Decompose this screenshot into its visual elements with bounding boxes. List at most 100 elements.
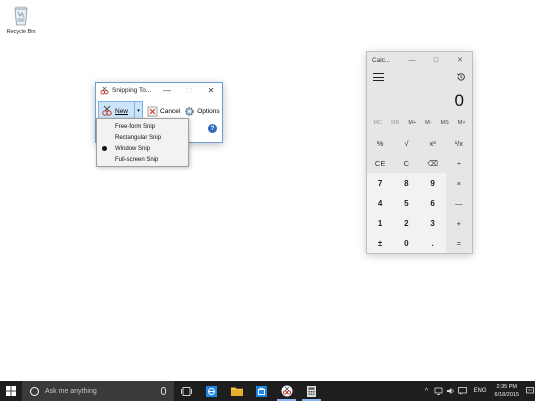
browser-icon bbox=[206, 385, 217, 397]
recycle-bin-shortcut[interactable]: Recycle Bin bbox=[2, 4, 40, 35]
menu-item-label: Rectangular Snip bbox=[115, 134, 162, 141]
taskbar-snipping-tool-button[interactable] bbox=[274, 381, 299, 401]
clock-date: 6/18/2015 bbox=[494, 392, 519, 398]
digit-8-key[interactable]: 8 bbox=[393, 173, 420, 193]
snipping-tool-titlebar[interactable]: Snipping To... — □ ✕ bbox=[96, 83, 222, 97]
volume-icon[interactable] bbox=[446, 381, 456, 401]
taskbar-calculator-button[interactable] bbox=[299, 381, 324, 401]
taskbar-file-explorer-button[interactable] bbox=[224, 381, 249, 401]
cancel-label: Cancel bbox=[160, 107, 181, 115]
minimize-button[interactable]: — bbox=[400, 52, 424, 68]
digit-7-key[interactable]: 7 bbox=[367, 173, 394, 193]
calculator-icon bbox=[307, 385, 316, 397]
square-key[interactable]: x² bbox=[420, 133, 446, 153]
decimal-key[interactable]: . bbox=[419, 233, 446, 253]
memory-list-button[interactable]: M˅ bbox=[458, 120, 466, 126]
backspace-key[interactable]: ⌫ bbox=[420, 153, 446, 173]
maximize-button: □ bbox=[186, 85, 192, 95]
memory-recall-button: MR bbox=[390, 120, 400, 126]
close-button[interactable]: ✕ bbox=[200, 83, 222, 97]
recycle-bin-icon bbox=[14, 6, 28, 26]
equals-key[interactable]: = bbox=[446, 233, 472, 253]
clock-time: 2:35 PM bbox=[496, 384, 517, 390]
reciprocal-key[interactable]: ¹/x bbox=[446, 133, 472, 153]
menu-item-window-snip[interactable]: Window Snip bbox=[97, 143, 188, 154]
digit-0-key[interactable]: 0 bbox=[393, 233, 420, 253]
windows-logo-icon bbox=[6, 386, 16, 396]
recycle-bin-label: Recycle Bin bbox=[6, 29, 36, 35]
minimize-button[interactable]: — bbox=[156, 83, 178, 97]
calculator-display: 0 bbox=[454, 91, 464, 110]
new-snip-icon bbox=[102, 105, 112, 116]
memory-clear-button: MC bbox=[373, 120, 383, 126]
close-button[interactable]: ✕ bbox=[448, 52, 472, 68]
digit-1-key[interactable]: 1 bbox=[367, 213, 394, 233]
clock[interactable]: 2:35 PM 6/18/2015 bbox=[495, 383, 519, 399]
menu-item-label: Free-form Snip bbox=[115, 123, 156, 130]
negate-key[interactable]: ± bbox=[367, 233, 394, 253]
minus-key[interactable]: — bbox=[446, 193, 472, 213]
menu-item-full-screen-snip[interactable]: Full-screen Snip bbox=[97, 154, 188, 165]
gear-icon bbox=[185, 106, 195, 116]
selected-bullet-icon bbox=[102, 146, 107, 151]
clear-entry-key[interactable]: CE bbox=[367, 153, 393, 173]
cortana-search-box[interactable]: Ask me anything bbox=[22, 381, 174, 401]
multiply-key[interactable]: × bbox=[446, 173, 472, 193]
cancel-icon bbox=[147, 106, 158, 116]
hamburger-menu-icon[interactable] bbox=[373, 73, 384, 81]
help-icon[interactable]: ? bbox=[208, 124, 217, 133]
divide-key[interactable]: ÷ bbox=[446, 153, 472, 173]
taskbar: Ask me anything ^ ENG 2:35 PM 6/18/2015 bbox=[0, 381, 535, 401]
message-icon[interactable] bbox=[458, 381, 468, 401]
folder-icon bbox=[230, 387, 243, 396]
digit-5-key[interactable]: 5 bbox=[393, 193, 420, 213]
calculator-window: Calc... — □ ✕ 0 MC MR M+ M- MS M˅ % √ x²… bbox=[366, 51, 473, 254]
digit-2-key[interactable]: 2 bbox=[393, 213, 420, 233]
calculator-titlebar[interactable]: Calc... — □ ✕ bbox=[367, 52, 472, 68]
cortana-icon bbox=[30, 386, 39, 396]
snip-mode-menu: Free-form Snip Rectangular Snip Window S… bbox=[96, 118, 189, 167]
store-icon bbox=[256, 385, 267, 397]
plus-key[interactable]: + bbox=[446, 213, 472, 233]
action-center-icon[interactable] bbox=[525, 381, 535, 401]
task-view-button[interactable] bbox=[174, 381, 199, 401]
scissors-icon bbox=[100, 86, 109, 95]
square-root-key[interactable]: √ bbox=[393, 133, 419, 153]
show-hidden-icons-button[interactable]: ^ bbox=[422, 381, 432, 401]
cancel-button[interactable]: Cancel bbox=[147, 106, 180, 117]
digit-6-key[interactable]: 6 bbox=[419, 193, 446, 213]
maximize-button[interactable]: □ bbox=[424, 52, 448, 68]
window-title: Calc... bbox=[372, 56, 391, 64]
options-button[interactable]: Options bbox=[184, 106, 220, 117]
start-button[interactable] bbox=[0, 381, 22, 401]
language-indicator[interactable]: ENG bbox=[474, 388, 487, 394]
percent-key[interactable]: % bbox=[367, 133, 393, 153]
clear-key[interactable]: C bbox=[393, 153, 419, 173]
scissors-icon bbox=[281, 385, 292, 397]
menu-item-label: Full-screen Snip bbox=[115, 156, 159, 163]
window-title: Snipping To... bbox=[112, 86, 152, 94]
network-icon[interactable] bbox=[434, 381, 444, 401]
options-label: Options bbox=[197, 107, 220, 115]
calculator-keypad: % √ x² ¹/x CE C ⌫ ÷ 7 8 9 × 4 5 6 — 1 2 … bbox=[367, 133, 472, 253]
memory-row: MC MR M+ M- MS M˅ bbox=[367, 116, 472, 130]
menu-item-free-form-snip[interactable]: Free-form Snip bbox=[97, 121, 188, 132]
new-snip-label: New bbox=[115, 107, 129, 115]
menu-item-rectangular-snip[interactable]: Rectangular Snip bbox=[97, 132, 188, 143]
taskbar-edge-button[interactable] bbox=[199, 381, 224, 401]
menu-item-label: Window Snip bbox=[115, 145, 151, 152]
memory-store-button[interactable]: MS bbox=[440, 120, 448, 126]
microphone-icon[interactable] bbox=[161, 387, 166, 395]
memory-subtract-button[interactable]: M- bbox=[425, 120, 431, 126]
digit-3-key[interactable]: 3 bbox=[419, 213, 446, 233]
chevron-down-icon: ▾ bbox=[137, 108, 140, 114]
digit-9-key[interactable]: 9 bbox=[419, 173, 446, 193]
taskbar-store-button[interactable] bbox=[249, 381, 274, 401]
search-placeholder: Ask me anything bbox=[45, 387, 97, 395]
memory-add-button[interactable]: M+ bbox=[408, 120, 416, 126]
digit-4-key[interactable]: 4 bbox=[367, 193, 394, 213]
calculator-menu-row bbox=[367, 68, 472, 86]
system-tray: ^ ENG 2:35 PM 6/18/2015 bbox=[421, 381, 535, 401]
history-icon[interactable] bbox=[456, 72, 466, 82]
task-view-icon bbox=[181, 386, 192, 396]
